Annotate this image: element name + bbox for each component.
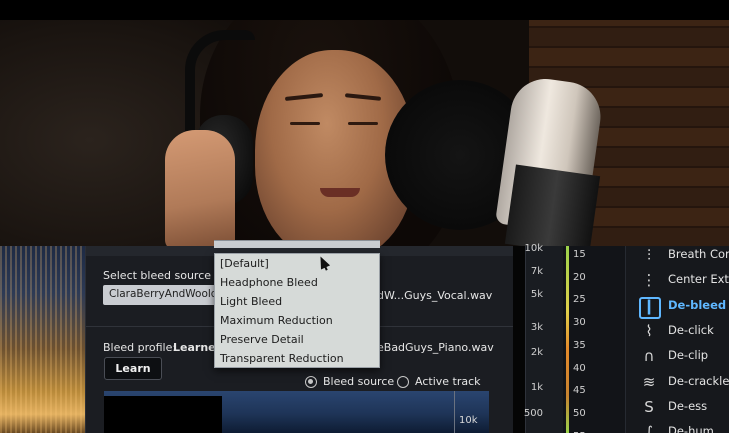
- db-tick-label: 15: [573, 249, 586, 260]
- module-item[interactable]: ⫶ Breath Cont: [626, 243, 729, 268]
- module-item[interactable]: ∫ De-hum: [626, 420, 729, 433]
- module-item-label: De-ess: [668, 398, 708, 413]
- freq-tick-label: 3k: [530, 322, 543, 333]
- mouth: [320, 188, 360, 197]
- module-item-label: De-clip: [668, 348, 709, 363]
- bleed-source-radio[interactable]: [305, 376, 317, 388]
- db-tick-label: 45: [573, 385, 586, 397]
- de-ess-icon: S: [644, 397, 654, 416]
- preview-dark-region: [104, 396, 222, 433]
- db-tick-label: 30: [573, 317, 586, 329]
- module-item[interactable]: ❙ De-bleed: [626, 294, 729, 319]
- module-item[interactable]: ∩ De-clip: [626, 344, 729, 369]
- de-clip-icon: ∩: [643, 347, 655, 366]
- preview-freq-tick: 10k: [459, 415, 478, 426]
- module-list: ⫶ Breath Cont ⋮ Center Extra ❙ De-bleed ⌇ De-cl…: [625, 246, 729, 433]
- profile-dropdown-header[interactable]: [214, 240, 380, 248]
- bleed-profile-file: eBadGuys_Piano.wav: [377, 341, 494, 354]
- spectrogram-strip: [0, 246, 85, 433]
- destination-track-name: dW...Guys_Vocal.wav: [377, 289, 493, 302]
- module-item[interactable]: S De-ess: [626, 395, 729, 420]
- spectral-preview[interactable]: 10k: [104, 391, 489, 433]
- frequency-scale: 10k 7k 5k 3k 2k 1k 500: [523, 243, 563, 433]
- db-tick-label: 50: [573, 407, 586, 419]
- dropdown-option[interactable]: [Default]: [215, 254, 379, 273]
- freq-tick-label: 10k: [524, 243, 543, 254]
- video-frame: [0, 20, 729, 246]
- active-track-label: Active track: [415, 375, 481, 388]
- module-item-label: De-hum: [668, 424, 714, 433]
- module-item-label: Center Extra: [668, 272, 729, 287]
- db-tick-label: 35: [573, 339, 586, 351]
- microphone-body: [504, 164, 601, 246]
- module-item-label: De-bleed: [668, 297, 727, 312]
- center-extract-icon: ⋮: [641, 271, 657, 290]
- level-meter-bar: [566, 246, 569, 433]
- de-bleed-icon: ❙: [639, 296, 661, 319]
- right-eye: [348, 122, 378, 125]
- module-item-label: De-crackle: [668, 373, 729, 388]
- learn-button[interactable]: Learn: [104, 357, 162, 380]
- breath-control-icon: ⫶: [647, 246, 651, 264]
- meter-gap: [513, 246, 525, 433]
- letterbox-top: [0, 0, 729, 20]
- source-track-select[interactable]: ClaraBerryAndWoold: [103, 285, 223, 305]
- dropdown-option[interactable]: Light Bleed: [215, 292, 379, 311]
- profile-preset-dropdown[interactable]: [Default] Headphone Bleed Light Bleed Maxim…: [214, 253, 380, 368]
- db-tick-label: 25: [573, 294, 586, 306]
- module-item[interactable]: ⋮ Center Extra: [626, 268, 729, 293]
- db-meter-scale: 152025303540455055: [563, 246, 625, 433]
- de-crackle-icon: ≋: [642, 372, 656, 391]
- module-item-label: De-click: [668, 322, 714, 337]
- module-item[interactable]: ⌇ De-click: [626, 319, 729, 344]
- db-tick-label: 20: [573, 271, 586, 283]
- dropdown-option[interactable]: Headphone Bleed: [215, 273, 379, 292]
- preview-scale-divider: [454, 391, 455, 433]
- db-tick-label: 40: [573, 362, 586, 374]
- freq-tick-label: 5k: [530, 289, 543, 300]
- de-hum-icon: ∫: [645, 423, 653, 433]
- freq-tick-label: 2k: [530, 347, 543, 358]
- dropdown-option[interactable]: Preserve Detail: [215, 330, 379, 349]
- freq-tick-label: 7k: [530, 266, 543, 277]
- left-eye: [290, 122, 320, 125]
- dropdown-option[interactable]: Transparent Reduction: [215, 349, 379, 368]
- module-item[interactable]: ≋ De-crackle: [626, 370, 729, 395]
- source-track-label: Select bleed source tra: [103, 269, 231, 282]
- module-item-label: Breath Cont: [668, 247, 729, 261]
- active-track-radio[interactable]: [397, 376, 409, 388]
- bleed-source-label: Bleed source: [323, 375, 395, 388]
- bleed-profile-label: Bleed profile:: [103, 341, 177, 354]
- freq-tick-label: 1k: [530, 382, 543, 393]
- de-click-icon: ⌇: [645, 321, 653, 340]
- singer-hand: [165, 130, 235, 246]
- dropdown-option[interactable]: Maximum Reduction: [215, 311, 379, 330]
- freq-tick-label: 500: [523, 408, 543, 419]
